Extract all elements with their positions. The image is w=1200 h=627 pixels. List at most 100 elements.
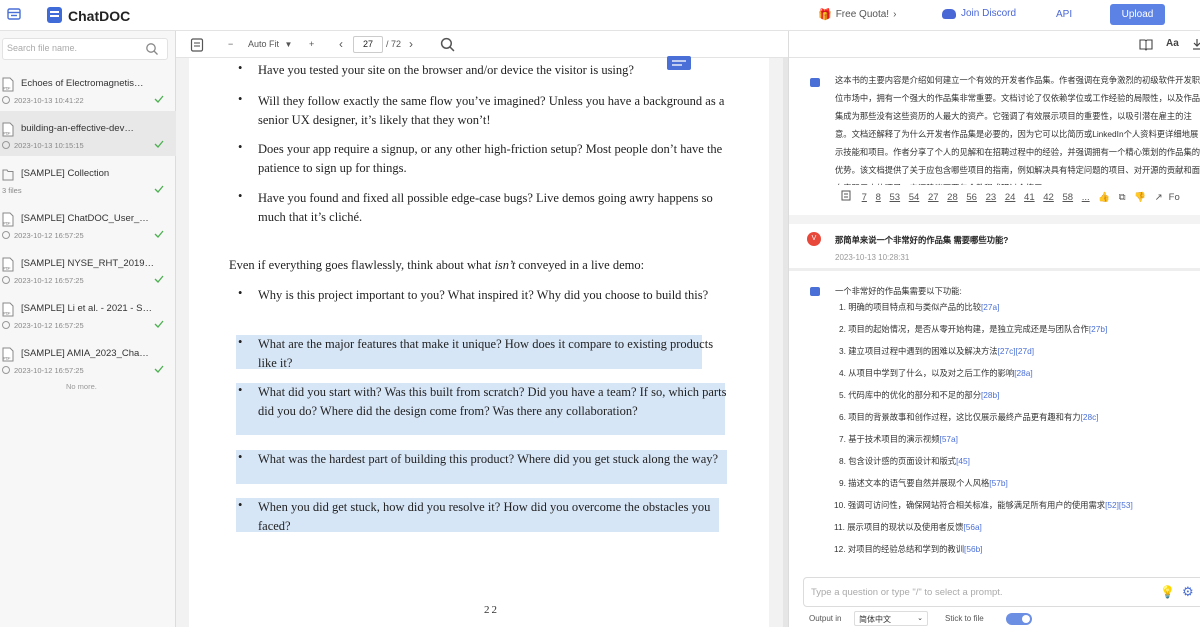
file-item[interactable]: PDF [SAMPLE] AMIA_2023_Cha… 2023-10-12 1…: [0, 336, 176, 381]
citation-link[interactable]: [27a]: [981, 302, 999, 312]
discord-icon: [942, 8, 956, 19]
book-icon[interactable]: [1139, 38, 1153, 51]
file-item[interactable]: PDF [SAMPLE] ChatDOC_User_… 2023-10-12 1…: [0, 201, 176, 246]
citation-link[interactable]: [28b]: [981, 390, 999, 400]
check-icon: [154, 275, 164, 283]
file-item[interactable]: PDF Echoes of Electromagnetis… 2023-10-1…: [0, 66, 176, 111]
answer-number: 4.: [839, 368, 846, 378]
search-icon[interactable]: [145, 42, 159, 56]
zoom-out-button[interactable]: −: [228, 31, 233, 58]
citation-link[interactable]: [56b]: [964, 544, 982, 554]
reference-link[interactable]: 27: [928, 192, 939, 203]
page-number: 22: [484, 604, 499, 616]
answer-number: 10.: [834, 500, 846, 510]
answer-text: 展示项目的现状以及使用者反馈: [847, 522, 964, 532]
output-language-value: 简体中文: [859, 615, 891, 624]
reference-link[interactable]: 8: [876, 192, 881, 203]
collection-count: 3 files: [2, 186, 22, 195]
file-date: 2023-10-13 10:15:15: [14, 141, 84, 150]
reference-link[interactable]: 7: [862, 192, 867, 203]
reference-link[interactable]: 42: [1043, 192, 1054, 203]
answer-number: 7.: [839, 434, 846, 444]
doc-bullet: Why is this project important to you? Wh…: [258, 288, 709, 302]
clock-icon: [2, 231, 10, 239]
answer-number: 11.: [834, 522, 845, 532]
chatdoc-message-icon: [810, 287, 820, 296]
chat-input[interactable]: Type a question or type "/" to select a …: [803, 577, 1200, 607]
collection-item[interactable]: [SAMPLE] Collection 3 files: [0, 156, 176, 201]
folder-icon: [2, 169, 14, 181]
join-discord-link[interactable]: Join Discord: [942, 8, 1016, 19]
thumbs-down-icon[interactable]: 👎: [1134, 192, 1146, 203]
page-number-input[interactable]: 27: [353, 36, 383, 53]
file-name: [SAMPLE] AMIA_2023_Cha…: [21, 348, 149, 359]
answer-text: 从项目中学到了什么，以及对之后工作的影响: [848, 368, 1015, 378]
free-quota-link[interactable]: 🎁 Free Quota! ›: [818, 8, 896, 21]
citation-link[interactable]: [52][53]: [1105, 500, 1133, 510]
doc-bullet: When you did get stuck, how did you reso…: [258, 500, 711, 533]
file-item[interactable]: PDF [SAMPLE] NYSE_RHT_2019… 2023-10-12 1…: [0, 246, 176, 291]
file-date: 2023-10-12 16:57:25: [14, 321, 84, 330]
outline-icon[interactable]: [841, 190, 851, 201]
citation-link[interactable]: [57b]: [989, 478, 1007, 488]
doc-bullet: Does your app require a signup, or any o…: [258, 142, 723, 175]
output-language-select[interactable]: 简体中文 ⌄: [854, 611, 928, 626]
settings-gear-icon[interactable]: ⚙: [1182, 584, 1194, 600]
more-references[interactable]: ...: [1082, 192, 1090, 203]
prev-page-icon[interactable]: ‹: [339, 31, 343, 58]
summary-references: 7 8 53 54 27 28 56 23 24 41 42 58 ... 👍 …: [841, 190, 1186, 203]
no-more-label: No more.: [66, 382, 97, 391]
upload-button[interactable]: Upload: [1110, 4, 1165, 25]
reference-link[interactable]: 53: [890, 192, 901, 203]
citation-link[interactable]: [45]: [956, 456, 970, 466]
citation-link[interactable]: [57a]: [940, 434, 958, 444]
reference-link[interactable]: 23: [986, 192, 997, 203]
paragraph-text: conveyed in a live demo:: [518, 258, 645, 272]
citation-link[interactable]: [27c][27d]: [998, 346, 1034, 356]
reference-link[interactable]: 41: [1024, 192, 1035, 203]
sidebar-toggle-icon[interactable]: [7, 7, 21, 21]
message-divider: [789, 268, 1200, 271]
answer-text: 建立项目过程中遇到的困难以及解决方法: [848, 346, 998, 356]
follow-up-label[interactable]: Fo: [1169, 192, 1180, 203]
reference-link[interactable]: 24: [1005, 192, 1016, 203]
next-page-icon[interactable]: ›: [409, 31, 413, 58]
search-icon[interactable]: [440, 37, 455, 52]
bullet: •: [238, 450, 243, 464]
answer-item: 11. 展示项目的现状以及使用者反馈[56a]: [834, 521, 982, 533]
citation-link[interactable]: [28c]: [1081, 412, 1099, 422]
answer-number: 8.: [839, 456, 846, 466]
file-item[interactable]: PDF [SAMPLE] Li et al. - 2021 - S… 2023-…: [0, 291, 176, 336]
answer-number: 1.: [839, 302, 846, 312]
reference-link[interactable]: 56: [966, 192, 977, 203]
answer-text: 强调可访问性，确保网站符合相关标准，能够满足所有用户的使用需求: [847, 500, 1106, 510]
font-size-icon[interactable]: Aa: [1166, 38, 1179, 49]
clock-icon: [2, 276, 10, 284]
zoom-in-button[interactable]: +: [309, 31, 314, 58]
answer-item: 7. 基于技术项目的演示视频[57a]: [839, 433, 958, 445]
reference-link[interactable]: 58: [1062, 192, 1073, 203]
export-icon[interactable]: [1192, 38, 1200, 51]
bullet: •: [238, 335, 243, 349]
prompt-bulb-icon[interactable]: 💡: [1160, 585, 1175, 599]
thumbs-up-icon[interactable]: 👍: [1098, 192, 1110, 203]
copy-icon[interactable]: ⧉: [1119, 192, 1126, 203]
outline-icon[interactable]: [190, 38, 204, 52]
citation-link[interactable]: [27b]: [1089, 324, 1107, 334]
bullet: •: [238, 189, 243, 203]
reference-link[interactable]: 28: [947, 192, 958, 203]
search-input[interactable]: Search file name.: [2, 38, 168, 60]
file-item[interactable]: PDF building-an-effective-dev… 2023-10-1…: [0, 111, 176, 156]
zoom-select[interactable]: Auto Fit ▼: [248, 31, 292, 58]
follow-up-icon[interactable]: ↗: [1155, 192, 1163, 203]
answer-text: 对项目的经验总结和学到的教训: [847, 544, 965, 554]
citation-link[interactable]: [28a]: [1014, 368, 1032, 378]
api-link[interactable]: API: [1056, 9, 1072, 20]
stick-to-file-toggle[interactable]: [1006, 613, 1032, 625]
reference-link[interactable]: 54: [909, 192, 920, 203]
citation-link[interactable]: [56a]: [963, 522, 981, 532]
chat-panel: Aa 这本书的主要内容是介绍如何建立一个有效的开发者作品集。作者强调在竞争激烈的…: [788, 31, 1200, 627]
clock-icon: [2, 141, 10, 149]
chevron-right-icon: ›: [893, 9, 897, 20]
chat-bubble-icon[interactable]: [667, 56, 691, 72]
